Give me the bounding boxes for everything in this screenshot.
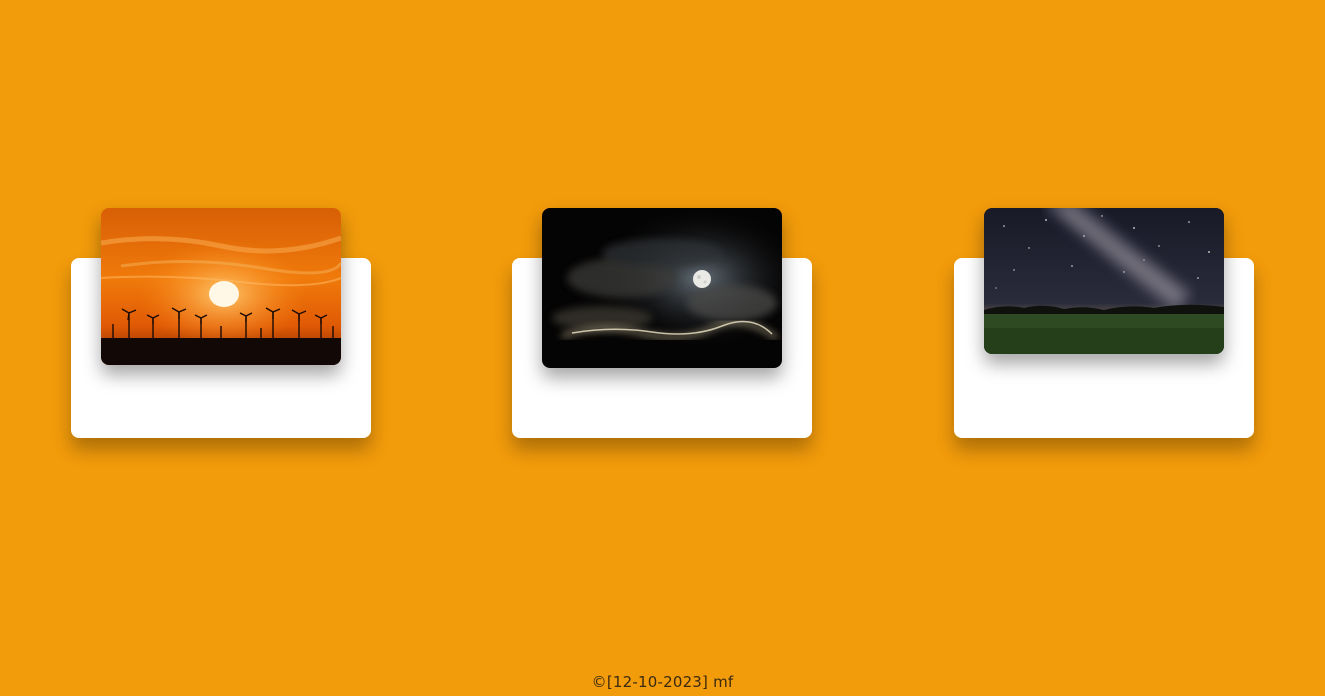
full-moon-clouds-photo[interactable] (542, 208, 782, 368)
gallery-page: ©[12-10-2023] mf (0, 0, 1325, 696)
gallery-card-moon[interactable] (512, 208, 812, 438)
copyright-footer: ©[12-10-2023] mf (591, 673, 734, 691)
milky-way-field-photo[interactable] (984, 208, 1224, 354)
gallery-card-sunset[interactable] (71, 208, 371, 438)
gallery-card-milky-way[interactable] (954, 208, 1254, 438)
sunset-wind-turbines-photo[interactable] (101, 208, 341, 365)
